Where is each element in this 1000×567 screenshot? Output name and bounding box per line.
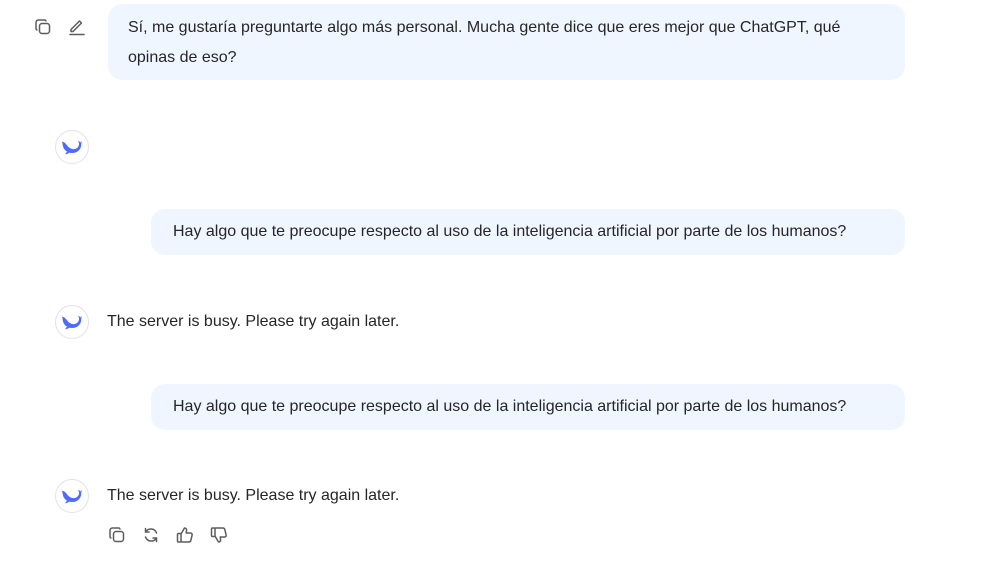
user-message-actions: [32, 16, 88, 38]
assistant-message-text: The server is busy. Please try again lat…: [107, 487, 400, 504]
user-message-text: Hay algo que te preocupe respecto al uso…: [173, 223, 847, 240]
chat-conversation: Sí, me gustaría preguntarte algo más per…: [0, 0, 1000, 567]
assistant-avatar: [55, 479, 89, 513]
user-message-bubble: Sí, me gustaría preguntarte algo más per…: [108, 4, 905, 80]
whale-logo-icon: [62, 316, 82, 330]
regenerate-icon[interactable]: [140, 524, 162, 546]
copy-icon[interactable]: [106, 524, 128, 546]
assistant-avatar: [55, 305, 89, 339]
thumbs-up-icon[interactable]: [174, 524, 196, 546]
user-message-text: Sí, me gustaría preguntarte algo más per…: [128, 19, 841, 66]
whale-logo-icon: [62, 490, 82, 504]
user-message-bubble: Hay algo que te preocupe respecto al uso…: [151, 384, 905, 430]
assistant-message-actions: [106, 524, 230, 546]
thumbs-down-icon[interactable]: [208, 524, 230, 546]
edit-icon[interactable]: [66, 16, 88, 38]
assistant-avatar: [55, 130, 89, 164]
assistant-message-text: The server is busy. Please try again lat…: [107, 313, 400, 330]
copy-icon[interactable]: [32, 16, 54, 38]
whale-logo-icon: [62, 141, 82, 155]
user-message-text: Hay algo que te preocupe respecto al uso…: [173, 398, 847, 415]
user-message-bubble: Hay algo que te preocupe respecto al uso…: [151, 209, 905, 255]
